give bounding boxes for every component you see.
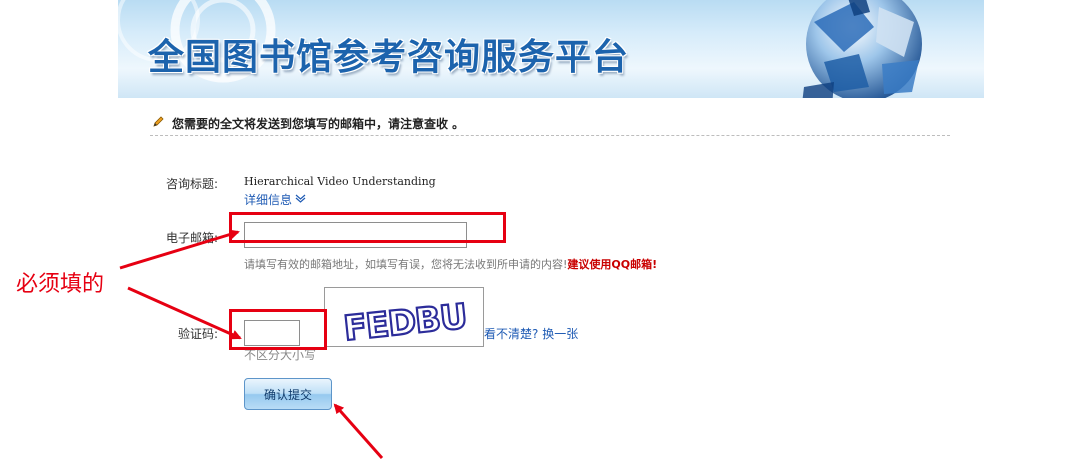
banner-title: 全国图书馆参考咨询服务平台 <box>148 37 630 78</box>
chevron-down-icon <box>295 194 306 203</box>
email-hint-recommend: 建议使用QQ邮箱! <box>567 258 658 271</box>
email-label: 电子邮箱: <box>166 231 219 245</box>
captcha-refresh[interactable]: 看不清楚? 换一张 <box>484 325 578 342</box>
title-value: Hierarchical Video Understanding <box>244 175 436 188</box>
submit-button[interactable]: 确认提交 <box>244 378 332 410</box>
notice-bar: 您需要的全文将发送到您填写的邮箱中，请注意查收 。 <box>150 114 950 136</box>
pencil-icon <box>153 116 164 127</box>
email-hint-text: 请填写有效的邮箱地址，如填写有误，您将无法收到所申请的内容! <box>244 258 568 271</box>
captcha-text: FEDBU <box>342 297 469 346</box>
email-hint: 请填写有效的邮箱地址，如填写有误，您将无法收到所申请的内容!建议使用QQ邮箱! <box>244 256 657 272</box>
captcha-graphic: FEDBU <box>341 295 470 350</box>
detail-info-label: 详细信息 <box>244 193 293 207</box>
header-banner: 全国图书馆参考咨询服务平台 <box>118 0 984 98</box>
annotation-arrow-submit <box>333 403 384 459</box>
captcha-refresh-prefix: 看不清楚? <box>484 327 539 341</box>
annotation-box-email <box>229 212 506 243</box>
title-label: 咨询标题: <box>166 177 219 191</box>
annotation-label: 必须填的 <box>16 272 105 297</box>
captcha-image[interactable]: FEDBU <box>324 287 484 350</box>
globe-icon <box>802 0 922 98</box>
notice-text: 您需要的全文将发送到您填写的邮箱中，请注意查收 。 <box>172 117 465 131</box>
captcha-refresh-link[interactable]: 换一张 <box>542 327 578 341</box>
captcha-label: 验证码: <box>178 327 219 341</box>
detail-info-link[interactable]: 详细信息 <box>244 191 306 208</box>
annotation-box-captcha <box>229 309 327 350</box>
